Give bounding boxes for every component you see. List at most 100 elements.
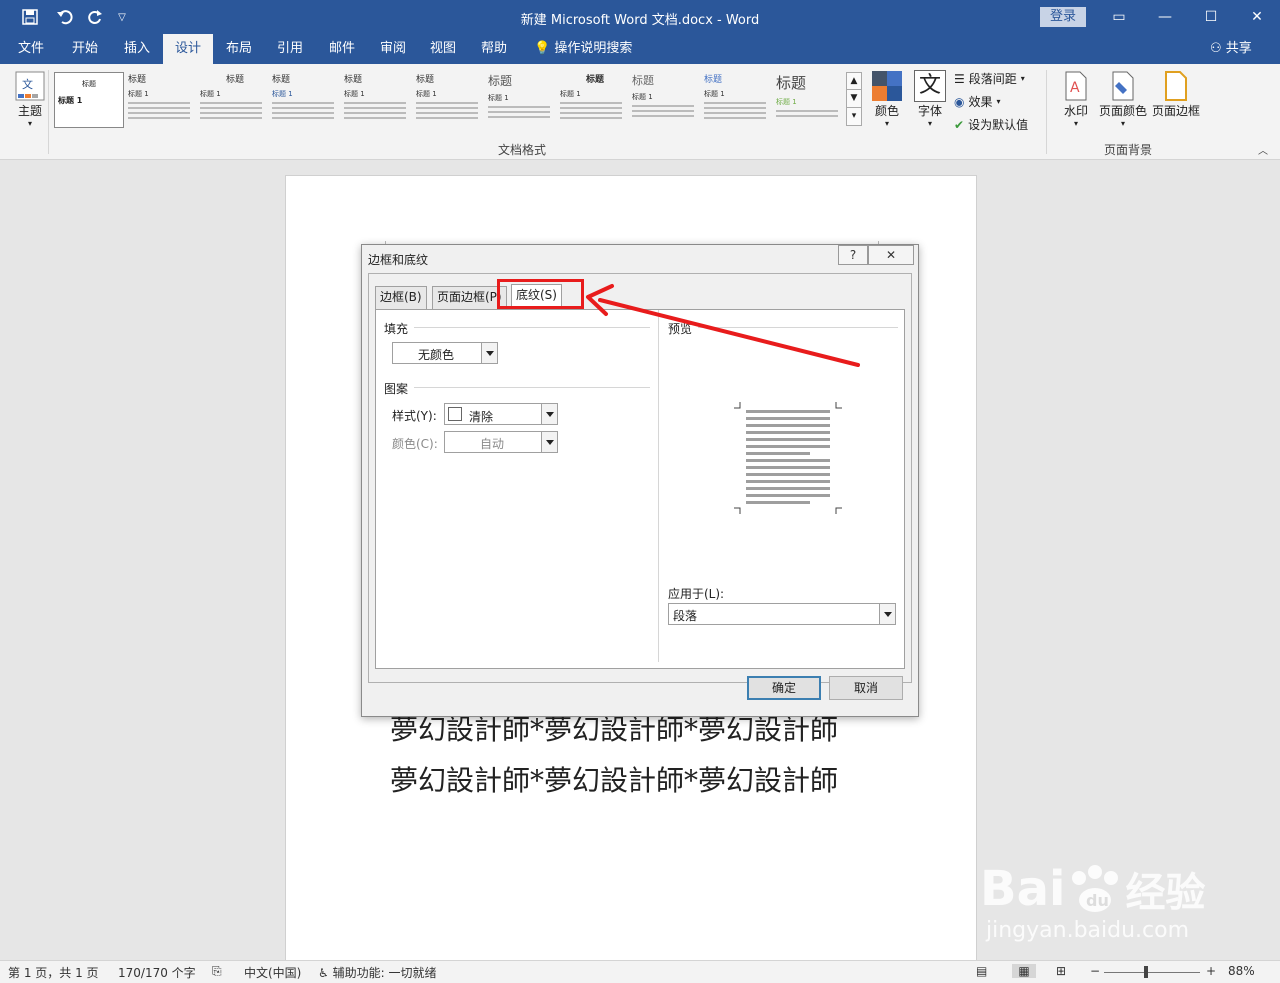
dialog-close-button[interactable]: ✕ (868, 245, 914, 265)
group-label-page-bg: 页面背景 (1104, 143, 1153, 157)
tab-review[interactable]: 审阅 (368, 34, 418, 64)
minimize-button[interactable]: — (1142, 0, 1188, 34)
style-set-default[interactable]: 标题 标题 1 (54, 72, 124, 128)
collapse-ribbon-icon[interactable]: ︿ (1258, 142, 1268, 157)
chevron-down-icon[interactable] (481, 343, 497, 363)
zoom-out-button[interactable]: − (1090, 964, 1100, 978)
colors-label: 颜色 (874, 104, 899, 118)
document-text-line[interactable]: 夢幻設計師*夢幻設計師*夢幻設計師 (390, 759, 838, 799)
chevron-down-icon[interactable]: ▼ (846, 90, 862, 108)
shading-preview (734, 402, 842, 514)
tab-help[interactable]: 帮助 (469, 34, 519, 64)
watermark-button[interactable]: A 水印 ▾ (1058, 70, 1094, 128)
help-button[interactable]: ? (838, 245, 868, 265)
effects-button[interactable]: ◉ 效果 ▾ (954, 92, 1001, 112)
preview-label: 预览 (668, 322, 693, 336)
watermark-brand: Bai (980, 861, 1066, 917)
document-title: 新建 Microsoft Word 文档.docx - Word (520, 13, 760, 28)
style-set[interactable]: 标题 标题 1 (488, 72, 558, 128)
tab-mailings[interactable]: 邮件 (317, 34, 367, 64)
style-set[interactable]: 标题 标题 1 (344, 72, 414, 128)
shading-panel: 填充 无颜色 图案 样式(Y): 清除 颜色(C): 自动 预览 应用于(L):… (375, 309, 905, 669)
tab-borders[interactable]: 边框(B) (375, 286, 427, 309)
gallery-more-icon[interactable]: ▾ (846, 108, 862, 126)
page-border-button[interactable]: 页面边框 (1150, 70, 1202, 119)
watermark-label: 水印 (1063, 104, 1088, 118)
group-label-doc-format: 文档格式 (498, 143, 547, 157)
page-border-icon (1160, 70, 1192, 102)
ribbon-display-icon[interactable]: ▭ (1096, 0, 1142, 34)
style-set[interactable]: 标题 标题 1 (560, 72, 630, 128)
chevron-down-icon[interactable] (541, 404, 557, 424)
pattern-swatch (448, 407, 462, 421)
zoom-slider[interactable] (1104, 972, 1200, 973)
style-set[interactable]: 标题 标题 1 (200, 72, 270, 128)
style-set[interactable]: 标题 标题 1 (704, 72, 774, 128)
style-label: 样式(Y): (392, 409, 437, 423)
fill-label: 填充 (384, 322, 409, 336)
apply-to-select[interactable]: 段落 (668, 603, 896, 625)
fonts-button[interactable]: 文 字体 ▾ (911, 70, 949, 128)
watermark-icon: A (1060, 70, 1092, 102)
divider (414, 327, 650, 328)
style-set[interactable]: 标题 标题 1 (416, 72, 486, 128)
close-button[interactable]: ✕ (1234, 0, 1280, 34)
dialog-title: 边框和底纹 (368, 253, 429, 267)
restore-button[interactable]: ☐ (1188, 0, 1234, 34)
checkmark-icon: ✔ (954, 118, 965, 132)
accessibility-status[interactable]: ♿ 辅助功能: 一切就绪 (318, 964, 436, 981)
cancel-button[interactable]: 取消 (829, 676, 903, 700)
ok-button[interactable]: 确定 (747, 676, 821, 700)
style-set[interactable]: 标题 标题 1 (776, 72, 846, 128)
colors-button[interactable]: 颜色 ▾ (868, 70, 906, 128)
divider (698, 327, 898, 328)
ribbon-design: 文 主题 ▾ 标题 标题 1 标题 标题 1 标题 标题 1 标题 标题 1 标题 标题… (0, 64, 1280, 160)
divider (414, 387, 650, 388)
tab-page-border[interactable]: 页面边框(P) (432, 286, 507, 309)
ribbon-tab-bar: 文件 开始 插入 设计 布局 引用 邮件 审阅 视图 帮助 💡 操作说明搜索 ⚇… (0, 34, 1280, 64)
web-layout-icon[interactable]: ⊞ (1056, 964, 1066, 978)
page-count[interactable]: 第 1 页，共 1 页 (8, 964, 99, 981)
style-set[interactable]: 标题 标题 1 (272, 72, 342, 128)
print-layout-icon[interactable]: ▦ (1012, 964, 1036, 978)
login-button[interactable]: 登录 (1040, 7, 1086, 27)
tab-layout[interactable]: 布局 (214, 34, 264, 64)
paragraph-spacing-button[interactable]: ☰ 段落间距 ▾ (954, 69, 1025, 89)
page-color-button[interactable]: 页面颜色 ▾ (1098, 70, 1148, 128)
apply-to-label: 应用于(L): (668, 587, 725, 601)
zoom-slider-handle[interactable] (1144, 966, 1148, 978)
share-button[interactable]: ⚇ 共享 (1210, 34, 1252, 64)
borders-shading-dialog: 边框和底纹 ? ✕ 边框(B) 页面边框(P) 底纹(S) 填充 无颜色 图案 … (361, 244, 919, 717)
tab-design[interactable]: 设计 (163, 34, 214, 64)
fonts-label: 字体 (917, 104, 942, 118)
theme-button[interactable]: 文 主题 ▾ (10, 70, 50, 128)
read-mode-icon[interactable]: ▤ (976, 964, 987, 978)
fill-color-select[interactable]: 无颜色 (392, 342, 498, 364)
tab-view[interactable]: 视图 (418, 34, 468, 64)
lightbulb-icon: 💡 (534, 41, 551, 56)
page-color-icon (1107, 70, 1139, 102)
tab-home[interactable]: 开始 (60, 34, 110, 64)
accessibility-icon: ♿ (318, 966, 329, 980)
zoom-level[interactable]: 88% (1228, 964, 1255, 978)
chevron-down-icon[interactable] (541, 432, 557, 452)
zoom-in-button[interactable]: + (1206, 964, 1216, 978)
style-set[interactable]: 标题 标题 1 (128, 72, 198, 128)
word-count[interactable]: 170/170 个字 (118, 964, 196, 981)
pattern-color-select[interactable]: 自动 (444, 431, 558, 453)
tab-references[interactable]: 引用 (265, 34, 315, 64)
paragraph-spacing-icon: ☰ (954, 72, 965, 86)
gallery-scroll[interactable]: ▲ ▼ ▾ (846, 72, 862, 130)
tab-insert[interactable]: 插入 (112, 34, 162, 64)
style-set[interactable]: 标题 标题 1 (632, 72, 702, 128)
language-status[interactable]: 中文(中国) (244, 964, 301, 981)
tab-file[interactable]: 文件 (6, 34, 56, 64)
chevron-down-icon: ▾ (1120, 119, 1125, 128)
proofing-icon[interactable]: ⎘ (212, 964, 222, 979)
set-default-button[interactable]: ✔ 设为默认值 (954, 115, 1028, 135)
chevron-down-icon: ▾ (27, 119, 32, 128)
chevron-up-icon[interactable]: ▲ (846, 72, 862, 90)
pattern-style-select[interactable]: 清除 (444, 403, 558, 425)
tell-me-search[interactable]: 💡 操作说明搜索 (534, 34, 632, 64)
chevron-down-icon[interactable] (879, 604, 895, 624)
